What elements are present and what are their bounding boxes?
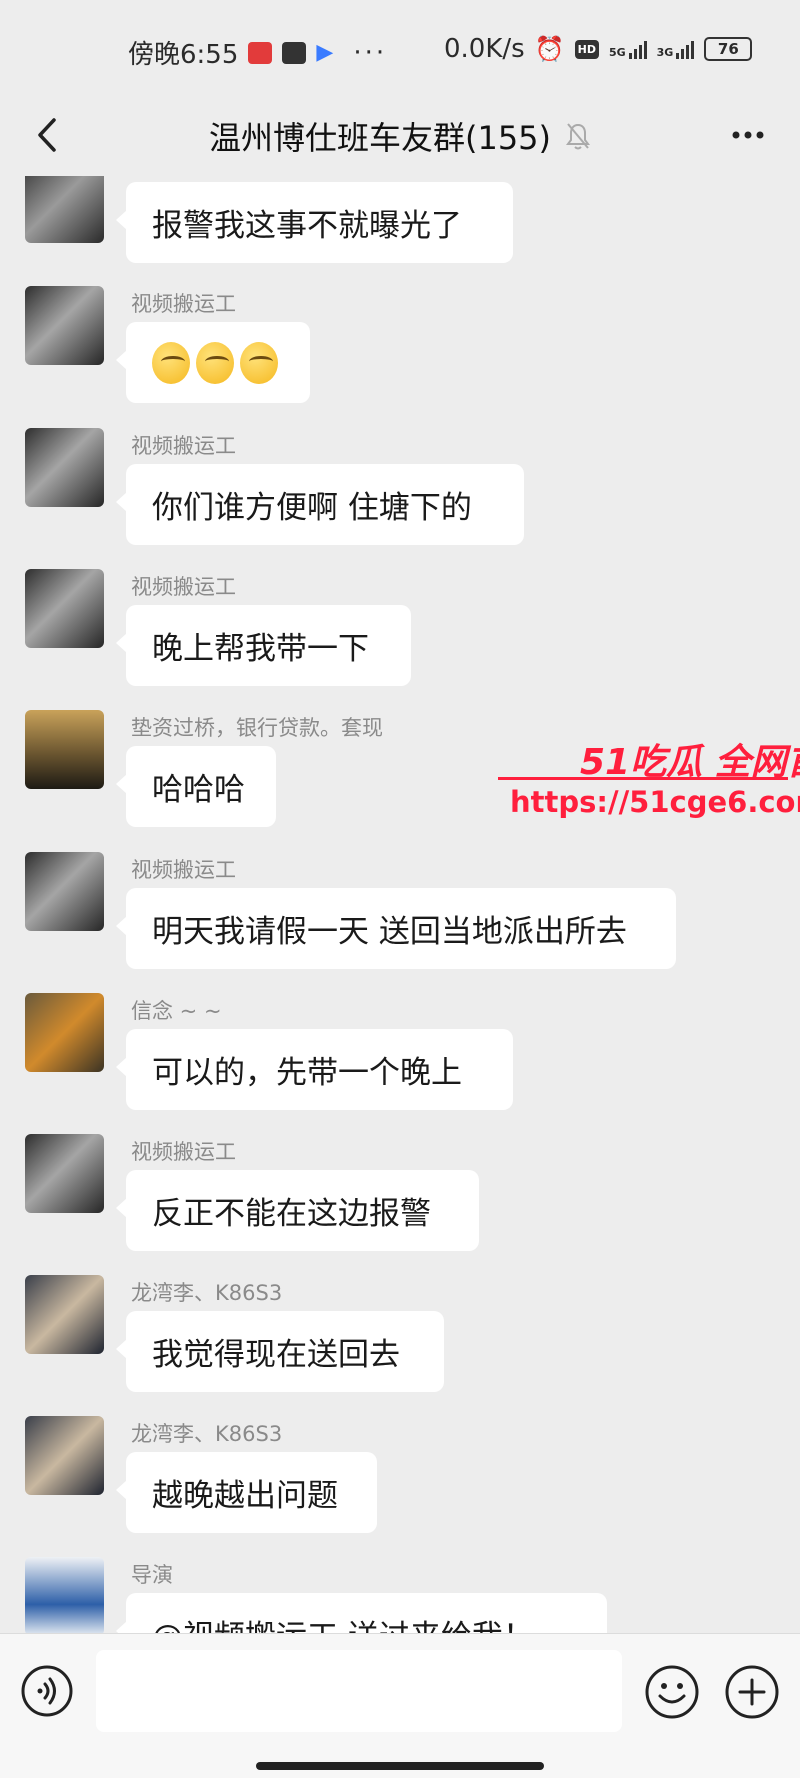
status-right: 0.0K/s ⏰ HD 5G 3G 76 bbox=[444, 34, 753, 64]
status-left: 傍晚6:55 ▶ ··· bbox=[128, 34, 387, 71]
battery-icon: 76 bbox=[704, 37, 753, 61]
sender-name: 视频搬运工 bbox=[131, 292, 236, 316]
voice-input-icon[interactable] bbox=[20, 1664, 74, 1718]
network-3g-label: 3G bbox=[656, 46, 674, 59]
sender-name: 垫资过桥，银行贷款。套现 bbox=[131, 716, 383, 740]
message-bubble[interactable]: 哈哈哈 bbox=[116, 746, 276, 827]
sender-name: 导演 bbox=[131, 1563, 173, 1587]
app-notification-icon bbox=[248, 41, 273, 64]
sender-name: 视频搬运工 bbox=[131, 434, 236, 458]
avatar[interactable] bbox=[25, 428, 104, 507]
app-notification-icon-2 bbox=[282, 41, 307, 64]
watermark-url: https://51cge6.com bbox=[510, 785, 800, 819]
message-bubble[interactable] bbox=[116, 322, 310, 403]
message-bubble[interactable]: 我觉得现在送回去 bbox=[116, 1311, 444, 1392]
mute-bell-icon bbox=[566, 123, 591, 150]
message-bubble[interactable]: 反正不能在这边报警 bbox=[116, 1170, 479, 1251]
hd-icon: HD bbox=[574, 39, 599, 59]
more-actions-plus-icon[interactable] bbox=[724, 1664, 780, 1720]
back-arrow-icon[interactable] bbox=[24, 110, 74, 160]
message-bubble[interactable]: 报警我这事不就曝光了 bbox=[116, 182, 513, 263]
chat-header: 温州博仕班车友群(155) bbox=[0, 96, 800, 176]
alarm-icon: ⏰ bbox=[534, 35, 565, 63]
sender-name: 视频搬运工 bbox=[131, 1140, 236, 1164]
avatar[interactable] bbox=[25, 710, 104, 789]
sender-name: 视频搬运工 bbox=[131, 575, 236, 599]
play-app-icon: ▶ bbox=[316, 40, 334, 65]
avatar[interactable] bbox=[25, 1416, 104, 1495]
avatar[interactable] bbox=[25, 176, 104, 243]
avatar[interactable] bbox=[25, 1275, 104, 1354]
signal-5g: 5G bbox=[609, 39, 647, 59]
message-bubble[interactable]: 可以的，先带一个晚上 bbox=[116, 1029, 513, 1110]
crying-emoji-icon bbox=[196, 341, 234, 384]
message-bubble[interactable]: 越晚越出问题 bbox=[116, 1452, 377, 1533]
avatar[interactable] bbox=[25, 286, 104, 365]
network-5g-label: 5G bbox=[608, 46, 626, 59]
network-speed: 0.0K/s bbox=[444, 34, 525, 64]
status-time: 傍晚6:55 bbox=[128, 40, 239, 70]
signal-icon-2 bbox=[676, 39, 695, 59]
more-options-icon[interactable] bbox=[720, 110, 776, 160]
title-wrap: 温州博仕班车友群(155) bbox=[209, 113, 591, 159]
signal-3g: 3G bbox=[657, 39, 695, 59]
status-more: ··· bbox=[353, 37, 388, 68]
chat-list[interactable]: 报警我这事不就曝光了 视频搬运工 视频搬运工 你们谁方便啊 住塘下的 视频搬运工… bbox=[0, 176, 800, 1633]
message-bubble[interactable]: 晚上帮我带一下 bbox=[116, 605, 411, 686]
home-indicator[interactable] bbox=[256, 1762, 544, 1770]
message-bubble[interactable]: 你们谁方便啊 住塘下的 bbox=[116, 464, 524, 545]
emoji-picker-icon[interactable] bbox=[644, 1664, 700, 1720]
sender-name: 龙湾李、K86S3 bbox=[131, 1422, 283, 1446]
watermark: 51吃瓜 全网首发 https://51cge6.com bbox=[498, 733, 800, 843]
message-bubble[interactable]: @视频搬运工 送过来给我！ bbox=[116, 1593, 607, 1633]
message-input[interactable] bbox=[96, 1650, 622, 1732]
avatar[interactable] bbox=[25, 1557, 104, 1633]
sender-name: 龙湾李、K86S3 bbox=[131, 1281, 283, 1305]
crying-emoji-icon bbox=[152, 341, 190, 384]
avatar[interactable] bbox=[25, 993, 104, 1072]
avatar[interactable] bbox=[25, 852, 104, 931]
signal-icon bbox=[628, 39, 647, 59]
message-bubble[interactable]: 明天我请假一天 送回当地派出所去 bbox=[116, 888, 676, 969]
avatar[interactable] bbox=[25, 569, 104, 648]
watermark-title: 51吃瓜 全网首发 bbox=[580, 742, 800, 783]
sender-name: 信念 ~ ~ bbox=[131, 999, 222, 1023]
avatar[interactable] bbox=[25, 1134, 104, 1213]
input-bar bbox=[0, 1633, 800, 1778]
sender-name: 视频搬运工 bbox=[131, 858, 236, 882]
chat-title: 温州博仕班车友群(155) bbox=[208, 119, 552, 157]
crying-emoji-icon bbox=[240, 341, 278, 384]
status-bar: 傍晚6:55 ▶ ··· 0.0K/s ⏰ HD 5G 3G 76 bbox=[0, 0, 800, 96]
watermark-divider bbox=[498, 777, 788, 780]
